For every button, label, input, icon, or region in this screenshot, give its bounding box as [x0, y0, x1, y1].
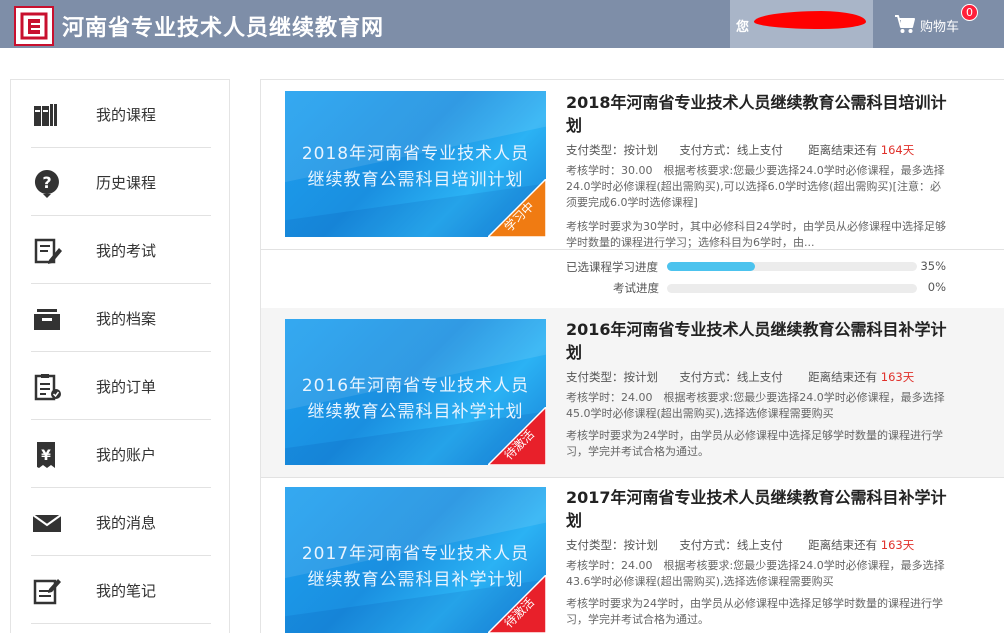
sidebar-item-label: 历史课程: [96, 174, 157, 192]
thumbnail-title-line: 2018年河南省专业技术人员: [301, 144, 530, 164]
remain-days: 164天: [880, 143, 915, 157]
pay-method-value: 线上支付: [736, 370, 783, 384]
course-card: 2017年河南省专业技术人员 继续教育公需科目补学计划 待激活 2017年河南省…: [261, 476, 1004, 633]
remain-label: 距离结束还有: [808, 370, 878, 384]
course-meta: 支付类型：按计划 支付方式：线上支付 距离结束还有 163天: [566, 369, 914, 385]
study-progress-fill: [667, 262, 755, 271]
sidebar-item-my-orders[interactable]: 我的订单: [31, 352, 211, 420]
course-title[interactable]: 2017年河南省专业技术人员继续教育公需科目补学计划: [566, 486, 956, 532]
exam-progress-value: 0%: [927, 280, 946, 294]
study-progress-bar: [667, 262, 917, 271]
exam-progress-bar: [667, 284, 917, 293]
redacted-username: [754, 11, 866, 29]
study-progress-label: 已选课程学习进度: [566, 260, 658, 274]
exam-progress-label: 考试进度: [613, 281, 659, 295]
course-thumbnail[interactable]: 2018年河南省专业技术人员 继续教育公需科目培训计划 学习中: [285, 91, 546, 237]
user-menu[interactable]: 您: [730, 0, 873, 48]
pay-method-label: 支付方式：: [679, 370, 737, 384]
pay-method-value: 线上支付: [736, 538, 783, 552]
pay-type-label: 支付类型：: [566, 143, 624, 157]
pay-type-value: 按计划: [623, 538, 659, 552]
sidebar-item-my-notes[interactable]: 我的笔记: [31, 556, 211, 624]
books-icon: [34, 104, 57, 126]
sidebar-nav: 我的课程 ? 历史课程 我的考试 我的档案 我的订单 ¥ 我的账户 我的消息 我…: [10, 79, 230, 633]
remain-days: 163天: [880, 538, 915, 552]
logo-emblem-icon: [20, 12, 48, 40]
pay-method-label: 支付方式：: [679, 143, 737, 157]
sidebar-item-my-account[interactable]: ¥ 我的账户: [31, 420, 211, 488]
sidebar-item-label: 我的消息: [96, 514, 157, 532]
remain-days: 163天: [880, 370, 915, 384]
thumbnail-title-line: 2016年河南省专业技术人员: [301, 376, 530, 396]
archive-box-icon: [34, 309, 60, 330]
top-header: 河南省专业技术人员继续教育网 您 购物车 0: [0, 0, 1004, 48]
course-list: 2018年河南省专业技术人员 继续教育公需科目培训计划 学习中 2018年河南省…: [260, 79, 1004, 633]
course-assessment: 考核学时：24.00 根据考核要求:您最少要选择24.0学时必修课程，最多选择4…: [566, 559, 945, 588]
user-greeting: 您: [736, 20, 750, 35]
sidebar-item-my-archive[interactable]: 我的档案: [31, 284, 211, 352]
course-card: 2016年河南省专业技术人员 继续教育公需科目补学计划 待激活 2016年河南省…: [261, 308, 1004, 478]
remain-label: 距离结束还有: [808, 538, 878, 552]
order-clipboard-icon: [34, 374, 61, 401]
course-summary: 考核学时要求为30学时，其中必修科目24学时，由学员从必修课程中选择足够学时数量…: [566, 220, 946, 249]
pay-method-value: 线上支付: [736, 143, 783, 157]
exam-edit-icon: [34, 238, 62, 264]
question-icon: ?: [34, 170, 59, 198]
course-title[interactable]: 2016年河南省专业技术人员继续教育公需科目补学计划: [566, 318, 956, 364]
remain-label: 距离结束还有: [808, 143, 878, 157]
course-thumbnail[interactable]: 2016年河南省专业技术人员 继续教育公需科目补学计划 待激活: [285, 319, 546, 465]
course-meta: 支付类型：按计划 支付方式：线上支付 距离结束还有 164天: [566, 142, 914, 158]
sidebar-item-my-exams[interactable]: 我的考试: [31, 216, 211, 284]
sidebar-item-label: 我的账户: [96, 446, 157, 464]
sidebar-item-my-courses[interactable]: 我的课程: [31, 80, 211, 148]
site-logo[interactable]: [14, 6, 54, 46]
sidebar-item-my-messages[interactable]: 我的消息: [31, 488, 211, 556]
pay-type-label: 支付类型：: [566, 538, 624, 552]
envelope-icon: [32, 514, 62, 532]
course-assessment: 考核学时：30.00 根据考核要求:您最少要选择24.0学时必修课程，最多选择2…: [566, 164, 945, 209]
pay-method-label: 支付方式：: [679, 538, 737, 552]
pay-type-value: 按计划: [623, 143, 659, 157]
svg-text:?: ?: [42, 173, 51, 192]
sidebar-item-label: 我的课程: [96, 106, 157, 124]
svg-text:¥: ¥: [41, 448, 51, 464]
sidebar-item-label: 我的档案: [96, 310, 157, 328]
yen-account-icon: ¥: [37, 442, 55, 468]
course-summary: 考核学时要求为24学时，由学员从必修课程中选择足够学时数量的课程进行学习，学完并…: [566, 597, 943, 626]
thumbnail-title-line: 2017年河南省专业技术人员: [301, 544, 530, 564]
course-summary: 考核学时要求为24学时，由学员从必修课程中选择足够学时数量的课程进行学习，学完并…: [566, 429, 943, 458]
course-title[interactable]: 2018年河南省专业技术人员继续教育公需科目培训计划: [566, 91, 956, 137]
cart-label: 购物车: [920, 20, 960, 35]
sidebar-item-history-courses[interactable]: ? 历史课程: [31, 148, 211, 216]
site-title[interactable]: 河南省专业技术人员继续教育网: [62, 10, 384, 42]
course-thumbnail[interactable]: 2017年河南省专业技术人员 继续教育公需科目补学计划 待激活: [285, 487, 546, 633]
shopping-cart-icon: [895, 15, 915, 33]
course-meta: 支付类型：按计划 支付方式：线上支付 距离结束还有 163天: [566, 537, 914, 553]
cart-count-badge: 0: [961, 4, 978, 21]
pay-type-label: 支付类型：: [566, 370, 624, 384]
sidebar-item-label: 我的订单: [96, 378, 157, 396]
pay-type-value: 按计划: [623, 370, 659, 384]
sidebar-item-label: 我的笔记: [96, 582, 157, 600]
course-assessment: 考核学时：24.00 根据考核要求:您最少要选择24.0学时必修课程，最多选择4…: [566, 391, 945, 420]
note-edit-icon: [33, 579, 61, 605]
course-card: 2018年河南省专业技术人员 继续教育公需科目培训计划 学习中 2018年河南省…: [261, 80, 1004, 250]
sidebar-item-label: 我的考试: [96, 242, 157, 260]
study-progress-value: 35%: [920, 259, 946, 273]
